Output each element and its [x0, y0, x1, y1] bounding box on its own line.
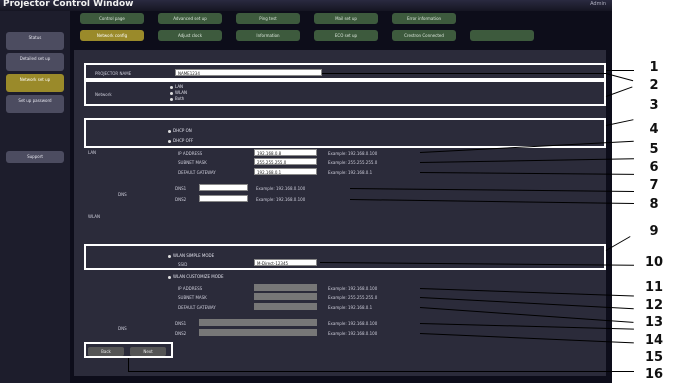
- wlan-gateway-example: Example: 192.168.0.1: [328, 305, 373, 310]
- wlan-dns1-input[interactable]: [199, 319, 317, 326]
- window-title: Projector Control Window: [3, 0, 134, 9]
- leader-line-16b: [128, 371, 634, 372]
- lan-section-label: LAN: [88, 150, 97, 155]
- callout-13: 13: [644, 315, 664, 330]
- callout-4: 4: [649, 122, 659, 137]
- wlan-subnet-input[interactable]: [254, 293, 317, 300]
- tab-advanced[interactable]: Advanced set up: [158, 13, 222, 24]
- leader-line-16a: [128, 358, 129, 371]
- callout-12: 12: [644, 298, 664, 313]
- ip-example: Example: 192.168.0.100: [328, 151, 378, 156]
- wlan-dns1-label: DNS1: [175, 321, 187, 326]
- wlan-gateway-input[interactable]: [254, 303, 317, 310]
- highlight-box-9: [84, 244, 606, 270]
- sidebar-item-password[interactable]: Set up password: [6, 95, 64, 113]
- wlan-dns2-example: Example: 192.168.0.100: [328, 331, 378, 336]
- wlan-ip-example: Example: 192.168.0.100: [328, 286, 378, 291]
- dns1-example: Example: 192.168.0.100: [256, 186, 306, 191]
- callout-11: 11: [644, 280, 664, 295]
- callout-8: 8: [649, 197, 659, 212]
- callout-16: 16: [644, 367, 664, 382]
- sidebar-item-network[interactable]: Network set up: [6, 74, 64, 92]
- wlan-customize-mode-radio[interactable]: WLAN CUSTOMIZE MODE: [168, 274, 224, 279]
- tab-mail[interactable]: Mail set up: [314, 13, 378, 24]
- callout-7: 7: [649, 178, 659, 193]
- callout-14: 14: [644, 333, 664, 348]
- sidebar-item-status[interactable]: Status: [6, 32, 64, 50]
- dns2-label: DNS2: [175, 197, 187, 202]
- ip-address-label: IP ADDRESS: [178, 151, 203, 156]
- wlan-dns2-input[interactable]: [199, 329, 317, 336]
- wlan-ip-label: IP ADDRESS: [178, 286, 203, 291]
- sidebar: Status Detailed set up Network set up Se…: [0, 11, 70, 383]
- ip-address-input[interactable]: 192.168.0.8: [254, 149, 317, 156]
- callout-15: 15: [644, 350, 664, 365]
- tab-error[interactable]: Error information: [392, 13, 456, 24]
- subnet-mask-input[interactable]: 255.255.255.0: [254, 158, 317, 165]
- leader-line-2a: [322, 73, 606, 74]
- subnet-example: Example: 255.255.255.0: [328, 160, 378, 165]
- callout-6: 6: [649, 160, 659, 175]
- dns1-input[interactable]: [199, 184, 248, 191]
- tab-crestron[interactable]: Crestron Connected: [392, 30, 456, 41]
- dns2-example: Example: 192.168.0.100: [256, 197, 306, 202]
- sidebar-item-detailed[interactable]: Detailed set up: [6, 53, 64, 71]
- tab-information[interactable]: Information: [236, 30, 300, 41]
- dns1-label: DNS1: [175, 186, 187, 191]
- subnet-mask-label: SUBNET MASK: [178, 160, 207, 165]
- wlan-dns1-example: Example: 192.168.0.100: [328, 321, 378, 326]
- gateway-example: Example: 192.168.0.1: [328, 170, 373, 175]
- user-label: Admin: [590, 1, 606, 7]
- dns2-input[interactable]: [199, 195, 248, 202]
- wlan-subnet-label: SUBNET MASK: [178, 295, 207, 300]
- callout-1: 1: [649, 60, 659, 75]
- wlan-ip-input[interactable]: [254, 284, 317, 291]
- tab-eco[interactable]: ECO set up: [314, 30, 378, 41]
- tab-extra[interactable]: [470, 30, 534, 41]
- callout-9: 9: [649, 224, 659, 239]
- wlan-section-label: WLAN: [88, 214, 101, 219]
- tab-network-config[interactable]: Network config: [80, 30, 144, 41]
- tab-ping[interactable]: Ping test: [236, 13, 300, 24]
- leader-line-1: [606, 70, 634, 71]
- dns-label: DNS: [118, 192, 127, 197]
- callout-5: 5: [649, 142, 659, 157]
- highlight-box-3: [84, 80, 606, 106]
- default-gateway-input[interactable]: 192.168.0.1: [254, 168, 317, 175]
- callout-2: 2: [649, 78, 659, 93]
- callout-3: 3: [649, 98, 659, 113]
- wlan-gateway-label: DEFAULT GATEWAY: [178, 305, 216, 310]
- title-bar: Projector Control Window Admin: [0, 0, 612, 11]
- callout-10: 10: [644, 255, 664, 270]
- sidebar-item-support[interactable]: Support: [6, 151, 64, 163]
- wlan-dns2-label: DNS2: [175, 331, 187, 336]
- tab-adjust-clock[interactable]: Adjust clock: [158, 30, 222, 41]
- wlan-subnet-example: Example: 255.255.255.0: [328, 295, 378, 300]
- tab-control-page[interactable]: Control page: [80, 13, 144, 24]
- highlight-box-4: [84, 118, 606, 148]
- highlight-box-1: [84, 63, 606, 80]
- wlan-dns-label: DNS: [118, 326, 127, 331]
- highlight-box-16: [84, 342, 173, 358]
- default-gateway-label: DEFAULT GATEWAY: [178, 170, 216, 175]
